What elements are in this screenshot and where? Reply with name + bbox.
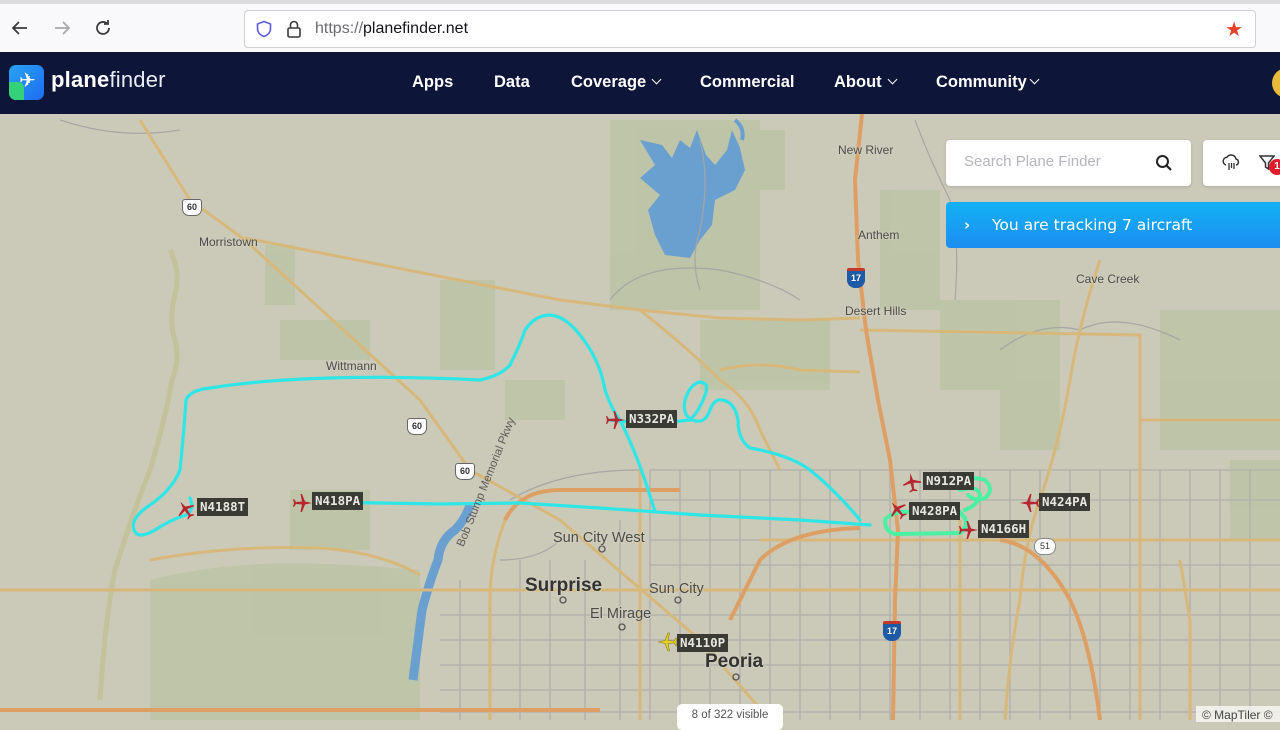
airplane-icon[interactable] — [956, 518, 980, 542]
map-tools: 1 — [1203, 140, 1280, 186]
url-bar[interactable]: https://planefinder.net ★ — [244, 10, 1256, 48]
nav-label: Coverage — [571, 73, 647, 91]
nav-commercial[interactable]: Commercial — [700, 73, 794, 92]
nav-label: Apps — [412, 73, 454, 91]
aircraft-label[interactable]: N418PA — [312, 492, 364, 510]
tracking-banner[interactable]: › You are tracking 7 aircraft — [946, 202, 1280, 248]
search-icon[interactable] — [1155, 154, 1173, 172]
airplane-icon[interactable] — [174, 498, 198, 522]
url-protocol: https:// — [315, 20, 364, 37]
star-icon[interactable]: ★ — [1225, 19, 1243, 39]
nav-label: About — [834, 73, 882, 91]
place-label: Anthem — [858, 228, 900, 242]
visible-aircraft-count: 8 of 322 visible — [677, 704, 783, 730]
forward-button[interactable] — [50, 16, 74, 40]
tracking-text: You are tracking 7 aircraft — [992, 216, 1193, 234]
airplane-icon[interactable] — [603, 408, 627, 432]
nav-apps[interactable]: Apps — [412, 73, 453, 92]
place-label: Desert Hills — [845, 304, 907, 318]
filter-count-badge: 1 — [1269, 159, 1280, 175]
search-box — [946, 140, 1191, 186]
place-label: Sun City — [649, 581, 704, 597]
aircraft-label[interactable]: N332PA — [626, 410, 678, 428]
track-n418pa — [318, 500, 872, 527]
url-host: planefinder.net — [363, 20, 469, 37]
arrow-left-icon — [11, 21, 27, 35]
browser-toolbar: https://planefinder.net ★ — [0, 0, 1280, 52]
sr51-shield-icon: 51 — [1034, 538, 1056, 555]
chevron-right-icon: › — [964, 216, 971, 234]
arrow-right-icon — [55, 21, 71, 35]
place-label: New River — [838, 143, 894, 157]
place-label: Surprise — [525, 575, 603, 596]
place-label: Wittmann — [326, 359, 377, 373]
nav-about[interactable]: About — [834, 73, 898, 92]
place-label: Cave Creek — [1076, 272, 1140, 286]
nav-coverage[interactable]: Coverage — [571, 73, 662, 92]
chevron-down-icon — [1029, 74, 1040, 85]
planefinder-logo-icon[interactable]: ✈ — [9, 65, 44, 100]
aircraft-label[interactable]: N424PA — [1039, 493, 1091, 511]
us60-shield-icon: 60 — [182, 199, 202, 216]
user-avatar[interactable] — [1272, 68, 1280, 98]
logo-bold: plane — [51, 67, 110, 92]
site-header: ✈ planefinder Apps Data Coverage Commerc… — [0, 52, 1280, 114]
place-label: Peoria — [705, 651, 764, 672]
place-label: Sun City West — [553, 530, 645, 546]
chevron-down-icon — [651, 74, 662, 85]
shield-icon[interactable] — [255, 20, 273, 38]
airplane-icon[interactable] — [900, 471, 924, 495]
back-button[interactable] — [8, 16, 32, 40]
aircraft-label[interactable]: N4188T — [197, 498, 249, 516]
nav-label: Commercial — [700, 73, 795, 91]
reload-button[interactable] — [91, 16, 115, 40]
weather-cloud-icon[interactable] — [1221, 154, 1241, 172]
lock-icon[interactable] — [285, 19, 303, 39]
chevron-down-icon — [887, 74, 898, 85]
nav-community[interactable]: Community — [936, 73, 1040, 92]
logo-light: finder — [109, 67, 166, 92]
aircraft-label[interactable]: N4166H — [978, 520, 1030, 538]
nav-label: Community — [936, 73, 1027, 91]
i17-shield-icon: 17 — [883, 621, 901, 641]
i17-shield-icon: 17 — [847, 268, 865, 288]
place-label: Morristown — [199, 235, 258, 249]
us60-shield-icon: 60 — [407, 418, 427, 435]
place-label: El Mirage — [590, 606, 652, 622]
nav-data[interactable]: Data — [494, 73, 530, 92]
search-input[interactable] — [962, 152, 1156, 171]
airplane-icon[interactable] — [886, 498, 910, 522]
aircraft-label[interactable]: N4110P — [677, 634, 729, 652]
planefinder-logo-text[interactable]: planefinder — [51, 67, 166, 93]
airplane-icon[interactable] — [290, 491, 314, 515]
aircraft-label[interactable]: N912PA — [923, 472, 975, 490]
reload-icon — [96, 20, 110, 35]
nav-label: Data — [494, 73, 530, 91]
track-n332pa — [608, 380, 862, 522]
aircraft-label[interactable]: N428PA — [909, 502, 961, 520]
us60-shield-icon: 60 — [455, 463, 475, 480]
url-text[interactable]: https://planefinder.net — [315, 20, 468, 38]
